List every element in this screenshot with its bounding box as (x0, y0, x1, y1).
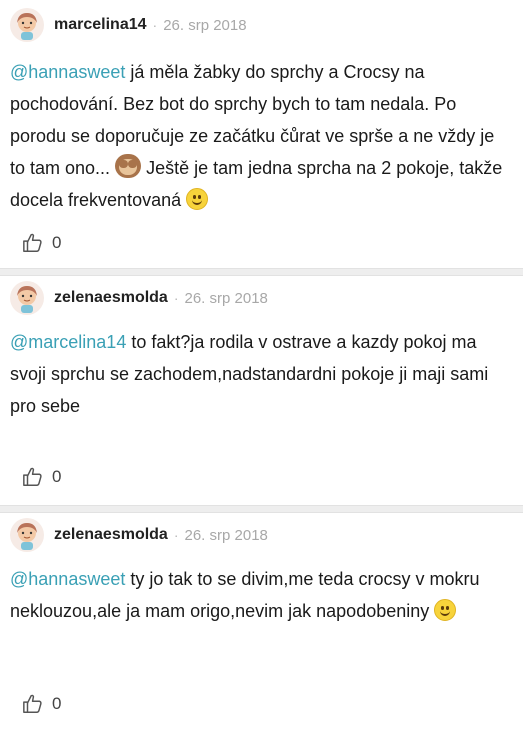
mention-link[interactable]: @hannasweet (10, 569, 125, 589)
thumbs-up-icon (23, 467, 42, 486)
comment-text: @hannasweet ty jo tak to se divim,me ted… (10, 563, 513, 627)
see-no-evil-monkey-icon (115, 154, 142, 178)
comment: zelenaesmolda · 26. srp 2018 @hannasweet… (0, 513, 523, 732)
thumbs-up-icon (23, 233, 42, 252)
avatar-girl-icon (17, 523, 37, 550)
avatar[interactable] (10, 8, 44, 42)
like-button[interactable]: 0 (22, 693, 61, 715)
meta-separator: · (173, 527, 179, 543)
comment-header: zelenaesmolda · 26. srp 2018 (10, 518, 268, 552)
comment-date: 26. srp 2018 (163, 16, 247, 34)
like-count: 0 (52, 233, 62, 252)
comment-header: marcelina14 · 26. srp 2018 (10, 8, 247, 42)
smiling-face-icon (434, 599, 457, 621)
username[interactable]: zelenaesmolda (54, 526, 168, 544)
comment-date: 26. srp 2018 (184, 289, 268, 307)
comment-date: 26. srp 2018 (184, 526, 268, 544)
like-count: 0 (52, 694, 62, 713)
like-count: 0 (52, 467, 62, 486)
avatar-girl-icon (17, 286, 37, 313)
mention-link[interactable]: @marcelina14 (10, 332, 126, 352)
like-button[interactable]: 0 (22, 466, 61, 488)
comment-text: @marcelina14 to fakt?ja rodila v ostrave… (10, 326, 513, 422)
comment-text: @hannasweet já měla žabky do sprchy a Cr… (10, 56, 513, 216)
comment-header: zelenaesmolda · 26. srp 2018 (10, 281, 268, 315)
thumbs-up-icon (23, 694, 42, 713)
mention-link[interactable]: @hannasweet (10, 62, 125, 82)
comment: marcelina14 · 26. srp 2018 @hannasweet j… (0, 0, 523, 268)
avatar-girl-icon (17, 13, 37, 40)
smiling-face-icon (186, 188, 209, 210)
username[interactable]: zelenaesmolda (54, 289, 168, 307)
comment-divider (0, 268, 523, 276)
avatar[interactable] (10, 518, 44, 552)
comment: zelenaesmolda · 26. srp 2018 @marcelina1… (0, 276, 523, 505)
meta-separator: · (173, 290, 179, 306)
like-button[interactable]: 0 (22, 232, 61, 254)
comment-divider (0, 505, 523, 513)
meta-separator: · (152, 17, 158, 33)
username[interactable]: marcelina14 (54, 16, 147, 34)
avatar[interactable] (10, 281, 44, 315)
